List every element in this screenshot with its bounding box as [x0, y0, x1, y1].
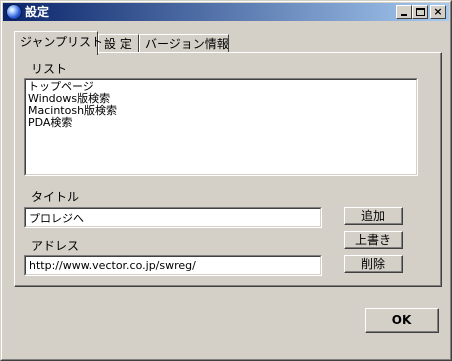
- title-field-label: タイトル: [31, 190, 80, 204]
- tab-label: 設 定: [104, 37, 132, 51]
- add-button-face: 追加: [345, 208, 402, 224]
- overwrite-button[interactable]: 上書き: [344, 231, 403, 249]
- close-button[interactable]: ×: [430, 5, 446, 19]
- address-input[interactable]: [27, 258, 317, 273]
- delete-button-face: 削除: [345, 256, 402, 272]
- maximize-button[interactable]: [412, 5, 428, 19]
- maximize-icon: [416, 8, 425, 16]
- list-label: リスト: [31, 62, 68, 76]
- title-bar[interactable]: 設定 ×: [3, 3, 449, 21]
- title-field[interactable]: [24, 207, 322, 228]
- ok-button[interactable]: OK: [365, 308, 439, 333]
- list-items: トップページ Windows版検索 Macintosh版検索 PDA検索: [28, 81, 117, 129]
- settings-dialog: 設定 × ジャンプリスト 設 定 バージョン情報 リスト トップページ Wind…: [0, 0, 452, 361]
- tab-settings[interactable]: 設 定: [98, 34, 139, 54]
- add-button[interactable]: 追加: [344, 207, 403, 225]
- window-title: 設定: [25, 5, 50, 19]
- minimize-button[interactable]: [396, 5, 412, 19]
- overwrite-button-face: 上書き: [345, 232, 402, 248]
- tab-jump-list[interactable]: ジャンプリスト: [14, 31, 103, 55]
- tab-label: バージョン情報: [145, 37, 229, 51]
- minimize-icon: [401, 14, 407, 16]
- jump-listbox[interactable]: トップページ Windows版検索 Macintosh版検索 PDA検索: [24, 78, 418, 176]
- tab-version-info[interactable]: バージョン情報: [139, 34, 229, 54]
- address-field[interactable]: [24, 255, 322, 276]
- list-item[interactable]: PDA検索: [28, 117, 117, 129]
- delete-button[interactable]: 削除: [344, 255, 403, 273]
- ok-button-face: OK: [366, 309, 438, 332]
- title-input[interactable]: [27, 210, 317, 225]
- address-field-label: アドレス: [31, 239, 80, 253]
- app-globe-icon[interactable]: [6, 4, 22, 20]
- close-icon: ×: [433, 5, 443, 18]
- tab-label: ジャンプリスト: [20, 35, 104, 49]
